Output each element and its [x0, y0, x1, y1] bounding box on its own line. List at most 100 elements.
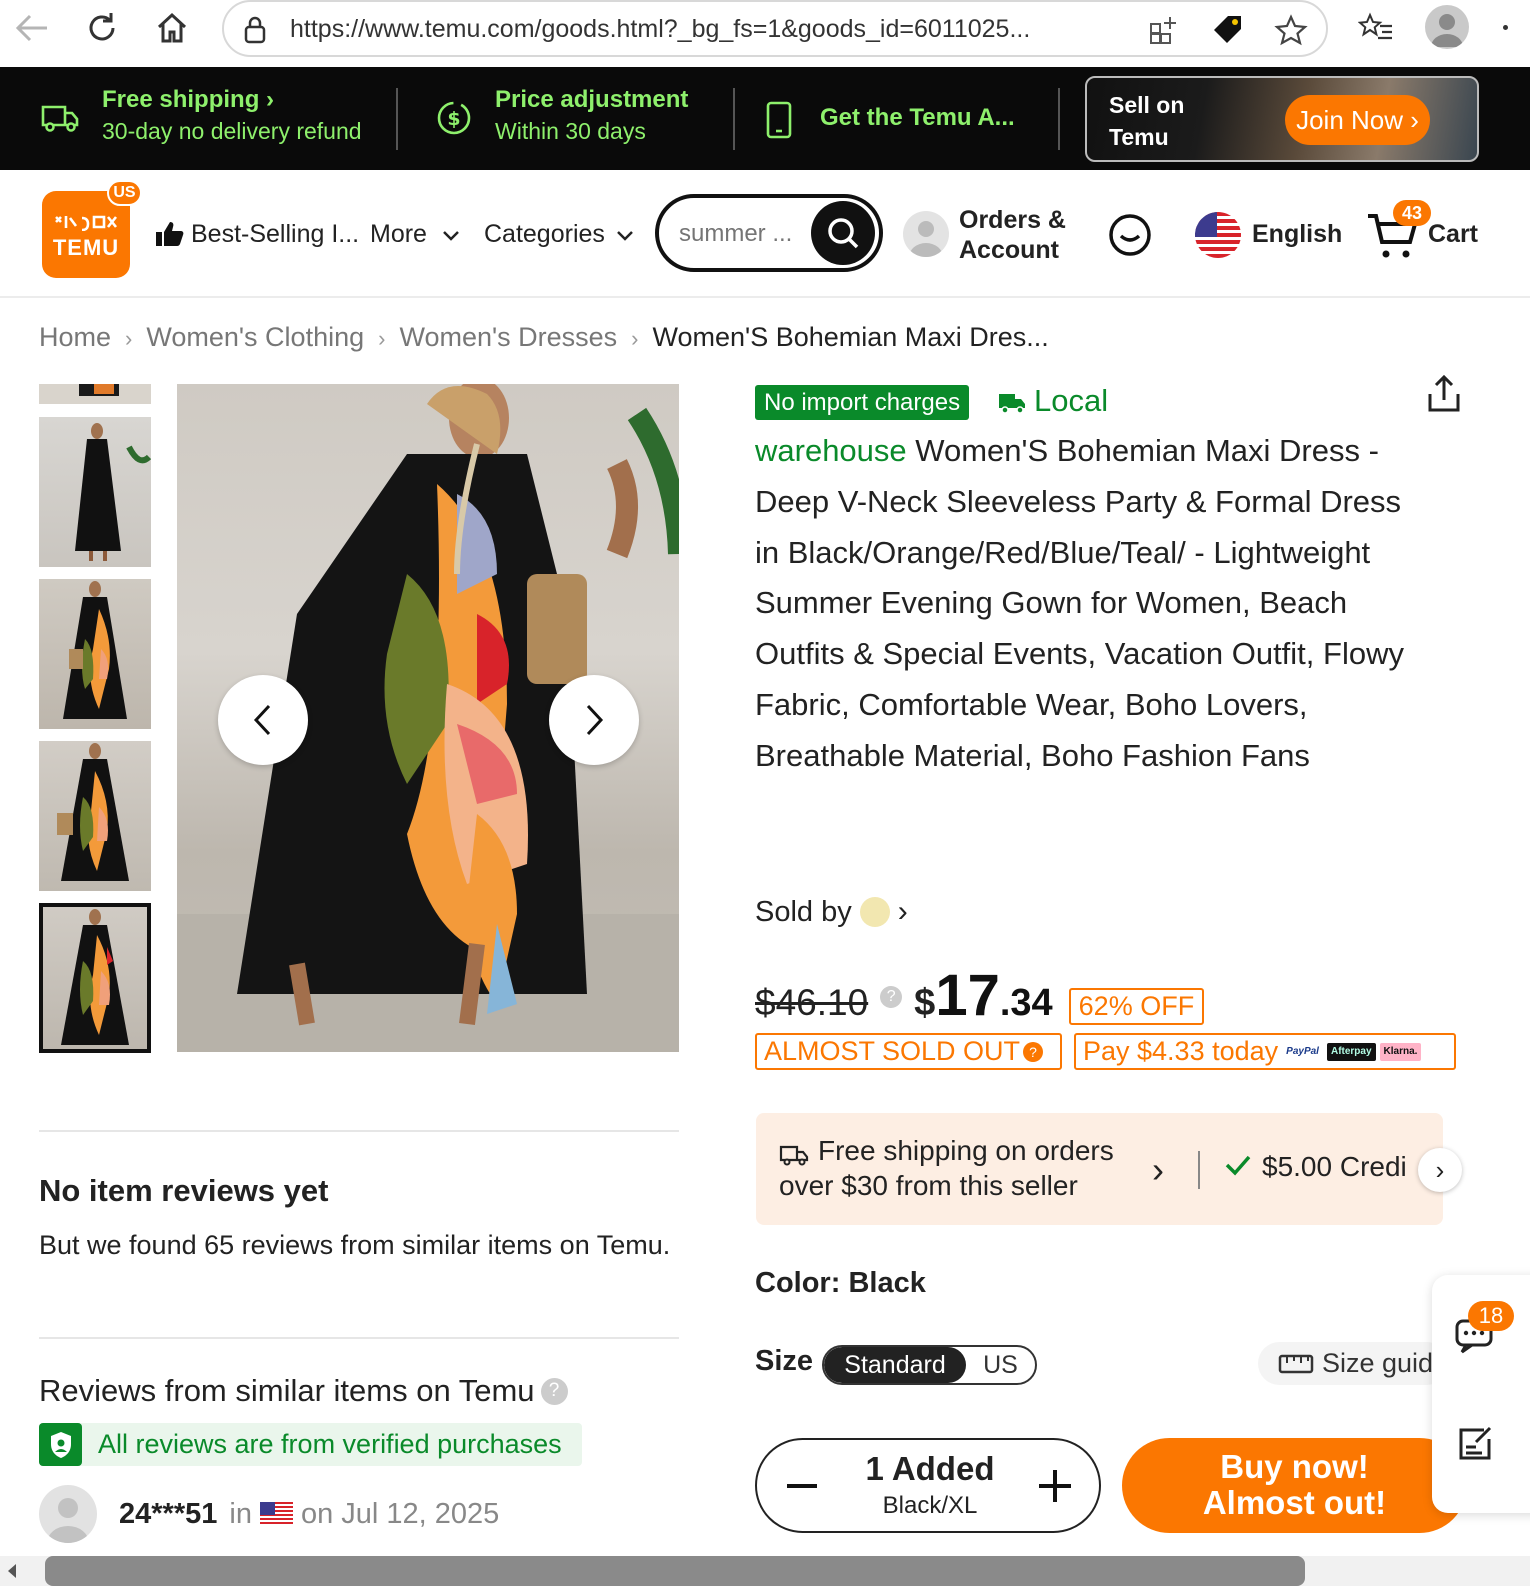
- minus-icon[interactable]: [785, 1476, 819, 1496]
- shipping-panel[interactable]: Free shipping on orders over $30 from th…: [756, 1113, 1443, 1225]
- lock-icon[interactable]: [242, 16, 268, 44]
- plus-icon[interactable]: [1037, 1468, 1073, 1504]
- scroll-left-icon[interactable]: [6, 1562, 18, 1580]
- breadcrumb-separator: ›: [125, 326, 133, 351]
- buy-now-line2: Almost out!: [1202, 1484, 1387, 1521]
- thumbnail-partial[interactable]: [39, 384, 151, 404]
- price-adjustment-title: Price adjustment: [495, 86, 689, 113]
- back-icon[interactable]: [14, 10, 50, 46]
- sell-on-temu-banner[interactable]: Sell on Temu Join Now ›: [1085, 76, 1479, 162]
- help-icon[interactable]: ?: [540, 1377, 568, 1405]
- best-selling-link[interactable]: Best-Selling I...: [191, 220, 359, 249]
- truck-icon: [40, 100, 80, 134]
- logo-text: TEMU: [52, 235, 120, 260]
- found-reviews-text: But we found 65 reviews from similar ite…: [39, 1230, 671, 1260]
- breadcrumb-womens-clothing[interactable]: Women's Clothing: [146, 322, 364, 352]
- favorites-list-icon[interactable]: [1358, 10, 1394, 46]
- seller-avatar[interactable]: [859, 897, 890, 927]
- paypal-logo: PayPal: [1282, 1042, 1323, 1061]
- sold-by-link[interactable]: Sold by ›: [755, 895, 908, 929]
- chevron-right-icon: ›: [1403, 104, 1419, 135]
- similar-reviews-heading: Reviews from similar items on Temu ?: [39, 1373, 568, 1409]
- url-text[interactable]: https://www.temu.com/goods.html?_bg_fs=1…: [290, 15, 1030, 44]
- product-title-text: Women'S Bohemian Maxi Dress - Deep V-Nec…: [755, 433, 1404, 773]
- orders-account-link[interactable]: Orders & Account: [959, 205, 1066, 265]
- shipping-panel-next-button[interactable]: ›: [1418, 1148, 1462, 1192]
- reviewer-row: 24***51 in on Jul 12, 2025: [39, 1484, 499, 1544]
- shield-icon: [39, 1423, 82, 1466]
- review-date: on Jul 12, 2025: [300, 1497, 500, 1530]
- profile-avatar[interactable]: [1425, 5, 1469, 49]
- thumbnail-2[interactable]: [39, 579, 151, 729]
- help-icon[interactable]: ?: [1023, 1041, 1044, 1062]
- home-icon[interactable]: [154, 10, 190, 46]
- breadcrumb-separator: ›: [378, 326, 386, 351]
- truck-icon: [779, 1143, 809, 1167]
- search-input[interactable]: [679, 220, 799, 248]
- horizontal-scrollbar-thumb[interactable]: [45, 1556, 1305, 1586]
- free-shipping-title: Free shipping: [102, 86, 260, 113]
- language-selector[interactable]: English: [1252, 220, 1342, 249]
- size-label: Size: [755, 1345, 814, 1377]
- size-us-option[interactable]: US: [966, 1347, 1035, 1383]
- address-bar[interactable]: https://www.temu.com/goods.html?_bg_fs=1…: [222, 0, 1328, 57]
- cart-count-badge: 43: [1393, 200, 1431, 226]
- free-shipping-link[interactable]: Free shipping › 30-day no delivery refun…: [102, 86, 362, 145]
- divider: [39, 1130, 679, 1132]
- reload-icon[interactable]: [84, 10, 120, 46]
- sale-price-cents: .34: [999, 982, 1053, 1024]
- thumbnail-1[interactable]: [39, 417, 151, 567]
- reviewer-name: 24***51: [119, 1497, 218, 1530]
- share-icon[interactable]: [1425, 374, 1463, 414]
- sold-by-label: Sold by: [755, 895, 852, 928]
- more-menu-icon[interactable]: [1503, 25, 1508, 30]
- app-grid-icon[interactable]: [1148, 14, 1180, 46]
- chevron-right-icon[interactable]: ›: [1152, 1149, 1164, 1191]
- join-now-button[interactable]: Join Now ›: [1285, 95, 1430, 145]
- thumbnail-3[interactable]: [39, 741, 151, 891]
- us-flag-icon[interactable]: [1195, 212, 1241, 258]
- breadcrumb-womens-dresses[interactable]: Women's Dresses: [399, 322, 617, 352]
- chevron-down-icon[interactable]: [442, 230, 460, 242]
- pay-installments-badge[interactable]: Pay $4.33 today PayPal Afterpay Klarna.: [1074, 1033, 1456, 1070]
- search-box[interactable]: [655, 194, 883, 272]
- thumbnail-4-selected[interactable]: [39, 903, 151, 1053]
- us-flag-icon: [259, 1502, 293, 1526]
- chevron-down-icon[interactable]: [616, 230, 634, 242]
- reviewer-avatar: [39, 1485, 97, 1543]
- buy-now-button[interactable]: Buy now! Almost out!: [1122, 1438, 1467, 1533]
- support-chat-icon[interactable]: [1107, 212, 1153, 258]
- quantity-added-text: 1 Added: [865, 1450, 995, 1487]
- size-system-toggle[interactable]: Standard US: [822, 1345, 1037, 1385]
- more-menu[interactable]: More: [370, 220, 427, 249]
- size-guide-button[interactable]: Size guid: [1258, 1342, 1448, 1385]
- categories-menu[interactable]: Categories: [484, 220, 605, 249]
- price-adjustment[interactable]: Price adjustment Within 30 days: [495, 86, 688, 145]
- price-row: $46.10 ? $ 17 .34 62% OFF: [755, 962, 1205, 1032]
- quantity-stepper[interactable]: 1 Added Black/XL: [755, 1438, 1101, 1533]
- next-image-button[interactable]: [549, 675, 639, 765]
- discount-badge: 62% OFF: [1068, 988, 1205, 1025]
- free-shipping-subtitle: 30-day no delivery refund: [102, 118, 362, 144]
- divider: [1058, 88, 1060, 150]
- feedback-edit-icon[interactable]: [1456, 1425, 1494, 1463]
- size-standard-option[interactable]: Standard: [824, 1347, 966, 1383]
- check-icon: [1224, 1153, 1252, 1177]
- chevron-right-icon: [586, 704, 604, 736]
- prev-image-button[interactable]: [218, 675, 308, 765]
- categories-label: Categories: [484, 220, 605, 248]
- almost-sold-out-badge[interactable]: ALMOST SOLD OUT ?: [755, 1033, 1062, 1070]
- chevron-right-icon: ›: [897, 895, 908, 928]
- quantity-variant-text: Black/XL: [882, 1492, 978, 1519]
- cart-link[interactable]: Cart: [1428, 220, 1478, 249]
- chevron-right-icon: ›: [1435, 1154, 1445, 1185]
- breadcrumb-home[interactable]: Home: [39, 322, 111, 352]
- credit-text: $5.00 Credi: [1262, 1151, 1407, 1182]
- account-avatar[interactable]: [903, 211, 949, 257]
- price-info-icon[interactable]: ?: [880, 986, 903, 1008]
- ruler-icon: [1278, 1354, 1314, 1373]
- get-app-link[interactable]: Get the Temu A...: [820, 104, 1015, 132]
- search-button[interactable]: [811, 201, 875, 265]
- price-tag-icon[interactable]: [1210, 12, 1246, 46]
- favorite-star-icon[interactable]: [1274, 14, 1308, 46]
